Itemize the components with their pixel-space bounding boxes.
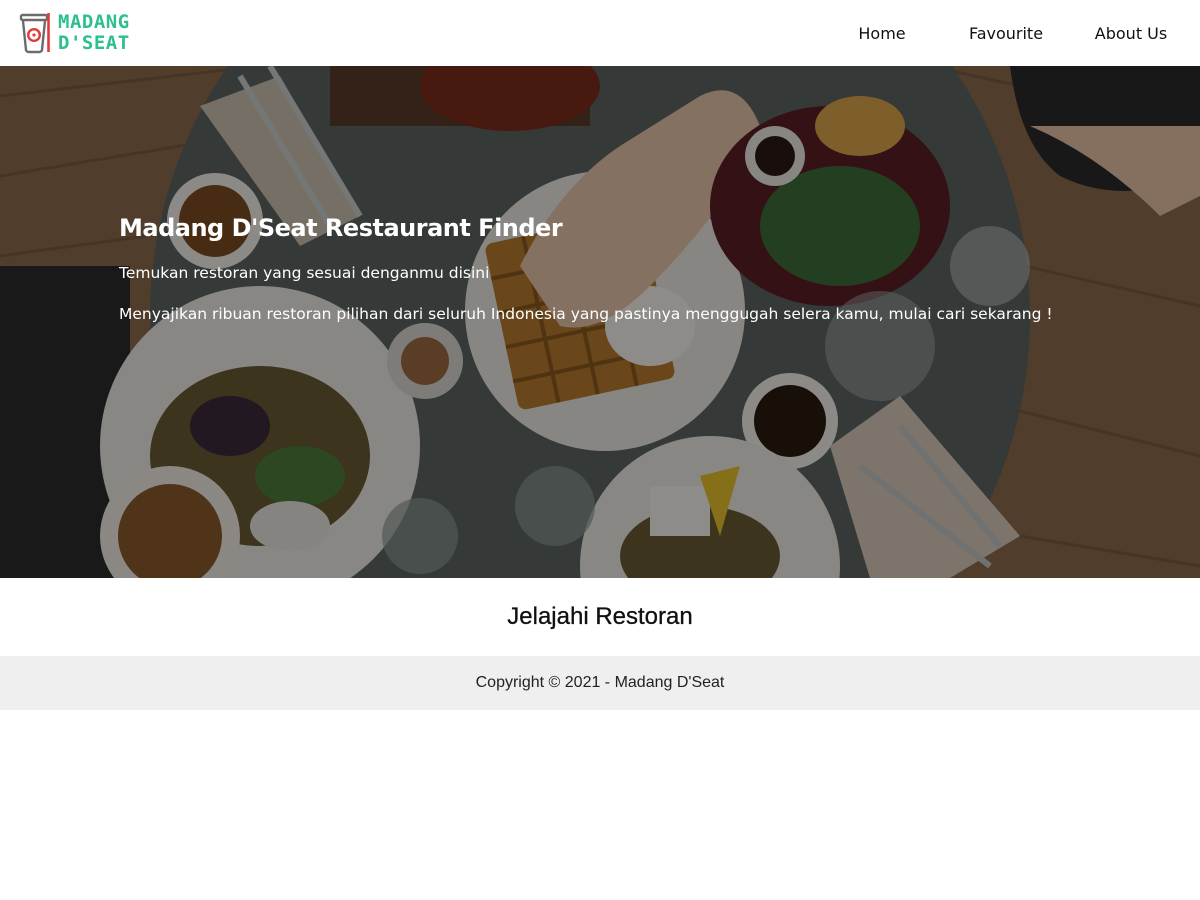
- hero-content: Madang D'Seat Restaurant Finder Temukan …: [119, 212, 1119, 325]
- app-bar: MADANG D'SEAT Home Favourite About Us: [0, 0, 1200, 66]
- cup-icon: [19, 13, 50, 54]
- footer: Copyright © 2021 - Madang D'Seat: [0, 656, 1200, 710]
- copyright-text: Copyright © 2021 - Madang D'Seat: [475, 674, 725, 691]
- main-nav: Home Favourite About Us: [828, 0, 1186, 66]
- hero-description: Menyajikan ribuan restoran pilihan dari …: [119, 305, 1053, 323]
- hero-title: Madang D'Seat Restaurant Finder: [119, 214, 563, 242]
- brand-wordmark: MADANG D'SEAT: [58, 12, 130, 54]
- nav-link-favourite[interactable]: Favourite: [936, 0, 1076, 66]
- nav-link-about-us[interactable]: About Us: [1076, 0, 1186, 66]
- explore-title: Jelajahi Restoran: [507, 603, 693, 630]
- nav-link-home[interactable]: Home: [828, 0, 936, 66]
- brand-wordmark-line1: MADANG: [58, 11, 130, 33]
- explore-section: Jelajahi Restoran: [0, 578, 1200, 656]
- hero-banner: Madang D'Seat Restaurant Finder Temukan …: [0, 66, 1200, 578]
- brand-wordmark-line2: D'SEAT: [58, 32, 130, 54]
- brand-logo-link[interactable]: MADANG D'SEAT: [18, 11, 130, 55]
- hero-tagline: Temukan restoran yang sesuai denganmu di…: [119, 264, 490, 282]
